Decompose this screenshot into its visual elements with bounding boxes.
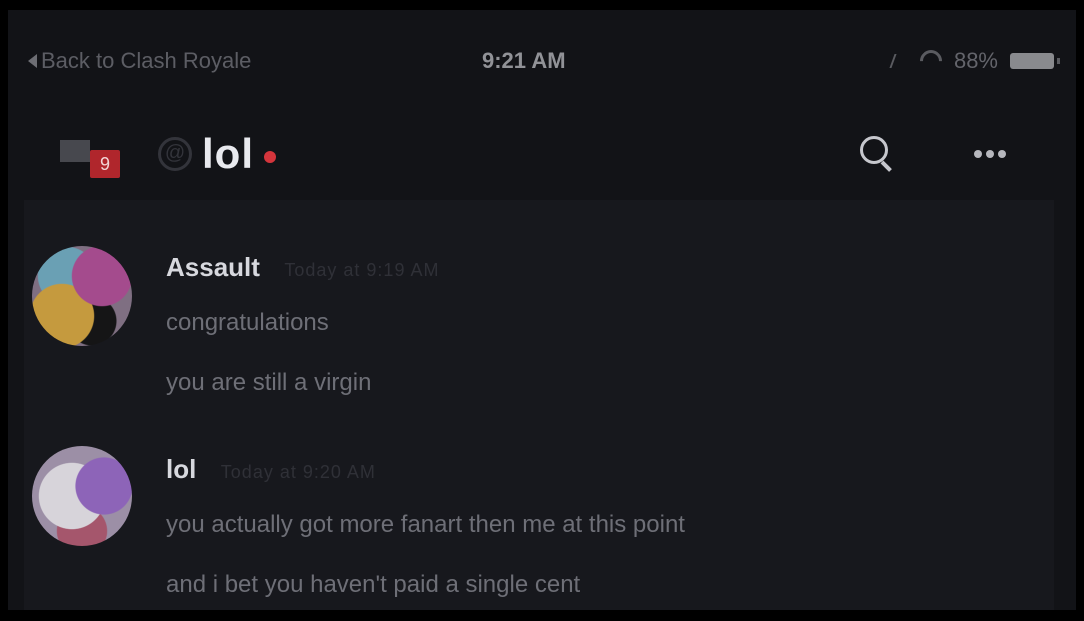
message-body: lol Today at 9:20 AM you actually got mo… xyxy=(166,454,685,599)
status-indicators: 88% xyxy=(889,45,1060,77)
message-timestamp: Today at 9:19 AM xyxy=(284,260,440,280)
back-to-app-link[interactable]: Back to Clash Royale xyxy=(28,48,251,74)
menu-icon[interactable]: 9 xyxy=(54,130,130,180)
signal-icon xyxy=(889,54,911,68)
message-timestamp: Today at 9:20 AM xyxy=(220,462,376,482)
battery-percent: 88% xyxy=(953,48,998,73)
chat-screen: Back to Clash Royale 9:21 AM 88% 9 @ lol xyxy=(8,10,1076,610)
channel-title: @ lol xyxy=(158,130,276,178)
more-icon[interactable] xyxy=(974,150,1006,158)
status-dot xyxy=(264,151,276,163)
status-time: 9:21 AM xyxy=(482,48,566,73)
message-text: congratulations xyxy=(166,309,329,336)
back-label: Back to Clash Royale xyxy=(41,48,252,73)
message-author[interactable]: lol xyxy=(166,454,196,485)
channel-name: lol xyxy=(202,130,254,177)
avatar[interactable] xyxy=(32,446,132,546)
menu-bars xyxy=(60,140,90,162)
message-text: and i bet you haven't paid a single cent xyxy=(166,571,581,598)
bottom-edge xyxy=(0,610,1084,621)
notification-badge: 9 xyxy=(90,150,120,178)
battery-icon xyxy=(1010,53,1060,69)
status-bar: Back to Clash Royale 9:21 AM 88% xyxy=(8,10,1076,110)
at-icon: @ xyxy=(158,137,192,171)
wifi-icon xyxy=(915,45,947,77)
message-author[interactable]: Assault xyxy=(166,252,260,283)
channel-header: 9 @ lol xyxy=(8,110,1076,200)
back-arrow-icon xyxy=(28,54,37,68)
avatar[interactable] xyxy=(32,246,132,346)
message-text: you are still a virgin xyxy=(166,369,372,396)
message-list[interactable]: Assault Today at 9:19 AM congratulations… xyxy=(24,200,1054,610)
message-body: Assault Today at 9:19 AM congratulations… xyxy=(166,252,439,397)
search-icon[interactable] xyxy=(860,136,896,172)
message-text: you actually got more fanart then me at … xyxy=(166,511,685,538)
